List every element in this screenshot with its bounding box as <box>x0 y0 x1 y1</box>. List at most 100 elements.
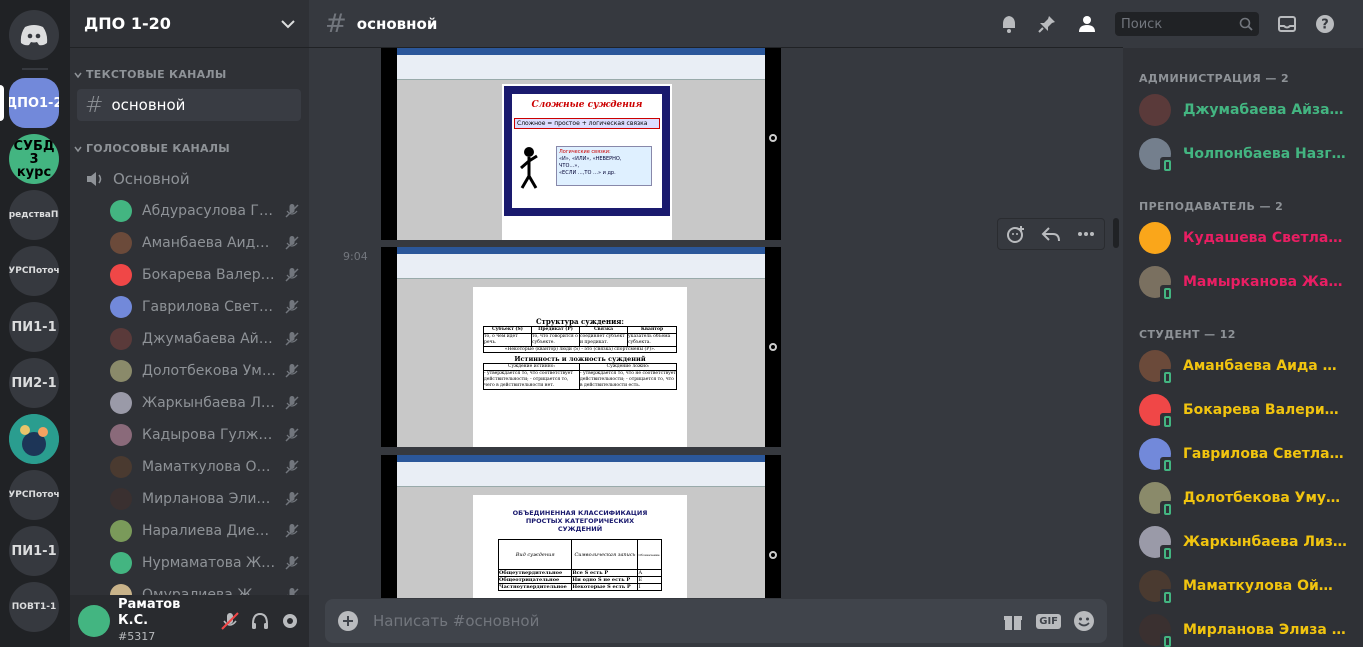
guild-header[interactable]: ДПО 1-20 <box>70 0 309 48</box>
mic-muted-icon <box>285 524 299 538</box>
search-placeholder: Поиск <box>1121 16 1163 32</box>
table-cell: Ни одно S не есть P <box>571 576 639 584</box>
member-name: Маматкулова Ойша ... <box>1183 578 1347 594</box>
server-sredstva[interactable]: СредстваПП <box>9 190 59 240</box>
section-title: Истинность и ложность суждений <box>514 355 646 363</box>
avatar <box>1139 570 1174 605</box>
table-cell: - утверждается то, что соответствует дей… <box>484 370 580 389</box>
avatar <box>1139 614 1174 647</box>
member-item[interactable]: Мирланова Элиза М... <box>1139 608 1363 647</box>
avatar <box>110 488 132 510</box>
member-name: Долотбекова Умут А... <box>1183 490 1347 506</box>
mobile-status-icon <box>1160 369 1174 385</box>
mic-muted-icon <box>285 268 299 282</box>
voice-channel-osnovnoy[interactable]: Основной <box>77 163 301 195</box>
headphones-icon[interactable] <box>249 610 271 632</box>
voice-user[interactable]: Долотбекова Умут... <box>110 355 300 387</box>
truth-table: Суждение истинно: Суждение ложно: - утве… <box>483 363 677 390</box>
word-window: ОБЪЕДИНЕННАЯ КЛАССИФИКАЦИЯ ПРОСТЫХ КАТЕГ… <box>397 455 765 598</box>
table-cell: I <box>637 583 662 591</box>
table-cell: E <box>637 576 662 584</box>
voice-user[interactable]: Маматкулова Ой... <box>110 451 300 483</box>
gear-icon[interactable] <box>279 610 301 632</box>
category-label: ГОЛОСОВЫЕ КАНАЛЫ <box>86 142 230 155</box>
pin-icon[interactable] <box>1037 14 1057 34</box>
voice-user[interactable]: Нурмаматова Жы... <box>110 547 300 579</box>
table-header: Символическая запись <box>571 539 639 570</box>
avatar <box>110 456 132 478</box>
member-item[interactable]: Джумабаева Айзада ... <box>1139 88 1363 132</box>
server-urs[interactable]: УРСПоточ <box>9 246 59 296</box>
phone-nav-button <box>769 134 777 142</box>
members-icon[interactable] <box>1075 14 1097 34</box>
guild-name: ДПО 1-20 <box>84 14 171 33</box>
member-group-header: АДМИНИСТРАЦИЯ — 2 <box>1139 72 1290 85</box>
voice-user[interactable]: Джумабаева Айза... <box>110 323 300 355</box>
screenshot-attachment-2[interactable]: Структура суждения: Субъект (S) Предикат… <box>381 247 781 447</box>
server-image[interactable] <box>9 414 59 464</box>
member-item[interactable]: Бокарева Валерия Иг... <box>1139 388 1363 432</box>
message-composer[interactable]: Написать #основной GIF <box>325 599 1107 643</box>
voice-user[interactable]: Абдурасулова Гул... <box>110 195 300 227</box>
mic-muted-icon <box>285 492 299 506</box>
slide-title: Структура суждения: <box>535 317 625 326</box>
search-input[interactable]: Поиск <box>1115 12 1259 36</box>
mic-muted-icon <box>285 204 299 218</box>
server-urs-2[interactable]: УРСПоточ <box>9 470 59 520</box>
chat-scrollbar[interactable] <box>1113 218 1119 248</box>
member-item[interactable]: Гаврилова Светлана ... <box>1139 432 1363 476</box>
member-item[interactable]: Маматкулова Ойша ... <box>1139 564 1363 608</box>
voice-user-name: Наралиева Диеза ... <box>142 523 276 539</box>
voice-user[interactable]: Аманбаева Аида ... <box>110 227 300 259</box>
category-text[interactable]: ТЕКСТОВЫЕ КАНАЛЫ <box>70 68 227 81</box>
mic-muted-icon[interactable] <box>219 610 241 632</box>
reply-icon[interactable] <box>1041 224 1061 244</box>
member-item[interactable]: Долотбекова Умут А... <box>1139 476 1363 520</box>
mic-muted-icon <box>285 396 299 410</box>
bell-icon[interactable] <box>999 14 1019 34</box>
chat-area: # основной Поиск ? Сложные суждения Слож… <box>309 0 1334 647</box>
help-icon[interactable]: ? <box>1315 14 1335 34</box>
screenshot-attachment-1[interactable]: Сложные суждения Сложное = простое + лог… <box>381 48 781 240</box>
user-info: Раматов К.С. #5317 <box>118 597 211 645</box>
avatar <box>110 328 132 350</box>
member-name: Жаркынбаева Лиза И... <box>1183 534 1347 550</box>
phone-nav-button <box>769 551 777 559</box>
home-button[interactable] <box>9 10 59 60</box>
screenshot-attachment-3[interactable]: ОБЪЕДИНЕННАЯ КЛАССИФИКАЦИЯ ПРОСТЫХ КАТЕГ… <box>381 455 781 598</box>
emoji-icon[interactable] <box>1073 610 1095 632</box>
table-cell: Общеутвердительное <box>497 569 573 577</box>
inbox-icon[interactable] <box>1277 14 1297 34</box>
channel-osnovnoy[interactable]: # основной <box>77 89 301 121</box>
server-pi1-2[interactable]: ПИ1-1 <box>9 526 59 576</box>
slide-frame: Сложные суждения Сложное = простое + лог… <box>504 86 670 216</box>
table-cell: - утверждается то, что не соответствует … <box>580 370 676 388</box>
attach-plus-icon[interactable] <box>337 610 359 632</box>
server-pi1[interactable]: ПИ1-1 <box>9 302 59 352</box>
add-reaction-icon[interactable] <box>1006 224 1026 244</box>
member-name: Аманбаева Аида Жу... <box>1183 358 1347 374</box>
voice-user[interactable]: Кадырова Гулжана... <box>110 419 300 451</box>
member-item[interactable]: Жаркынбаева Лиза И... <box>1139 520 1363 564</box>
server-dpo[interactable]: ДПО1-2 <box>9 78 59 128</box>
member-item[interactable]: Аманбаева Аида Жу... <box>1139 344 1363 388</box>
voice-user[interactable]: Наралиева Диеза ... <box>110 515 300 547</box>
table-header: Обозначение <box>637 539 662 570</box>
chat-header: # основной Поиск ? <box>309 0 1334 48</box>
member-item[interactable]: Кудашева Светлана ... <box>1139 216 1363 260</box>
server-povt[interactable]: ПОВТ1-1 <box>9 582 59 632</box>
voice-user[interactable]: Гаврилова Светла... <box>110 291 300 323</box>
gif-button[interactable]: GIF <box>1036 613 1061 629</box>
member-item[interactable]: Мамырканова Жарк... <box>1139 260 1363 304</box>
voice-user[interactable]: Мирланова Элиза ... <box>110 483 300 515</box>
voice-user[interactable]: Бокарева Валерия ... <box>110 259 300 291</box>
more-options-icon[interactable] <box>1076 224 1096 244</box>
avatar[interactable] <box>78 605 110 637</box>
gift-icon[interactable] <box>1002 610 1024 632</box>
category-voice[interactable]: ГОЛОСОВЫЕ КАНАЛЫ <box>70 142 230 155</box>
server-pi2[interactable]: ПИ2-1 <box>9 358 59 408</box>
member-item[interactable]: Чолпонбаева Назгул... <box>1139 132 1363 176</box>
server-subd[interactable]: СУБД 3 курс <box>9 134 59 184</box>
voice-user[interactable]: Жаркынбаева Лиз... <box>110 387 300 419</box>
avatar <box>1139 94 1171 126</box>
